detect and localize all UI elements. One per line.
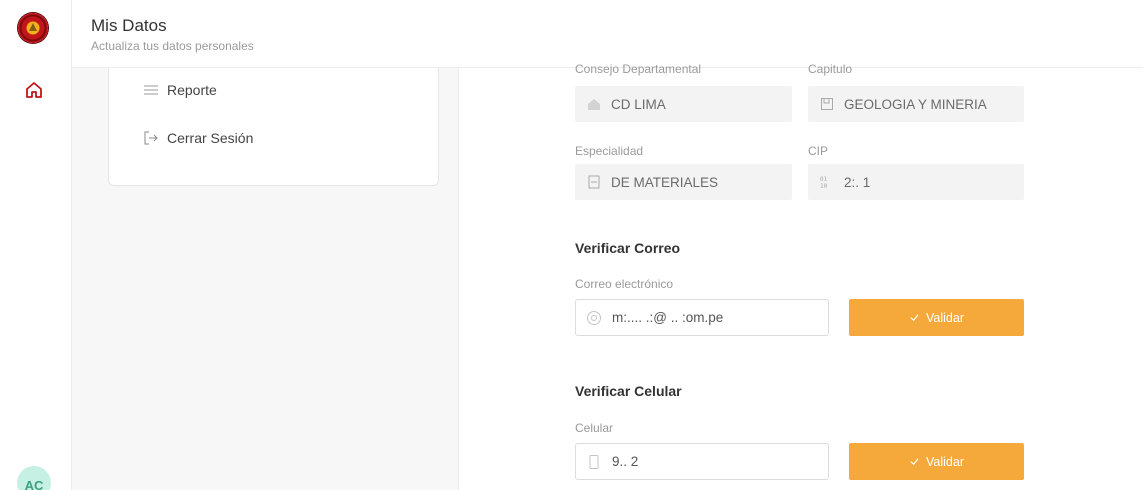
- mobile-phone-icon: [589, 454, 599, 469]
- verify-email-title: Verificar Correo: [575, 240, 681, 256]
- at-icon: [587, 310, 601, 325]
- cip-label: CIP: [808, 144, 829, 158]
- capitulo-label: Capitulo: [808, 62, 853, 76]
- capitulo-value: GEOLOGIA Y MINERIA: [844, 96, 987, 112]
- bookmark-icon: [821, 98, 833, 110]
- logo[interactable]: [18, 13, 48, 43]
- page-header: Mis Datos Actualiza tus datos personales: [72, 0, 1143, 68]
- consejo-field: CD LIMA: [575, 86, 792, 122]
- validate-email-label: Validar: [926, 310, 964, 325]
- form-panel: Consejo Departamental Capitulo CD LIMA G…: [458, 62, 1143, 490]
- home-icon[interactable]: [25, 81, 43, 99]
- sidebar-rail: AC: [0, 0, 72, 490]
- verify-phone-title: Verificar Celular: [575, 383, 682, 399]
- especialidad-label: Especialidad: [575, 144, 644, 158]
- menu-item-label: Cerrar Sesión: [167, 130, 254, 146]
- check-icon: [910, 458, 919, 466]
- especialidad-field: DE MATERIALES: [575, 164, 792, 200]
- email-label: Correo electrónico: [575, 277, 674, 291]
- capitulo-field: GEOLOGIA Y MINERIA: [808, 86, 1024, 122]
- email-value: m:.... .:@ .. :om.pe: [612, 310, 724, 325]
- page-title: Mis Datos: [91, 16, 167, 35]
- document-icon: [588, 175, 600, 189]
- avatar[interactable]: AC: [17, 466, 51, 490]
- especialidad-value: DE MATERIALES: [611, 174, 719, 190]
- validate-phone-button[interactable]: Validar: [849, 443, 1024, 480]
- svg-text:10: 10: [820, 183, 828, 189]
- cip-field: 01 10 2:. 1: [808, 164, 1024, 200]
- list-icon: [144, 85, 158, 95]
- phone-label: Celular: [575, 421, 614, 435]
- menu-item-cerrar-sesion[interactable]: Cerrar Sesión: [143, 128, 253, 148]
- consejo-value: CD LIMA: [611, 96, 666, 112]
- check-icon: [910, 314, 919, 322]
- svg-text:01: 01: [820, 176, 828, 183]
- consejo-label: Consejo Departamental: [575, 62, 702, 76]
- phone-field[interactable]: 9.. 2: [575, 443, 829, 480]
- logout-icon: [144, 131, 158, 145]
- phone-value: 9.. 2: [612, 454, 639, 469]
- email-field[interactable]: m:.... .:@ .. :om.pe: [575, 299, 829, 336]
- page-subtitle: Actualiza tus datos personales: [91, 39, 254, 53]
- number-icon: 01 10: [820, 176, 828, 189]
- menu-item-label: Reporte: [167, 82, 217, 98]
- building-icon: [588, 99, 600, 110]
- cip-value: 2:. 1: [844, 174, 871, 190]
- validate-email-button[interactable]: Validar: [849, 299, 1024, 336]
- menu-card: Reporte Cerrar Sesión: [108, 68, 439, 186]
- validate-phone-label: Validar: [926, 454, 964, 469]
- menu-item-reporte[interactable]: Reporte: [143, 80, 217, 100]
